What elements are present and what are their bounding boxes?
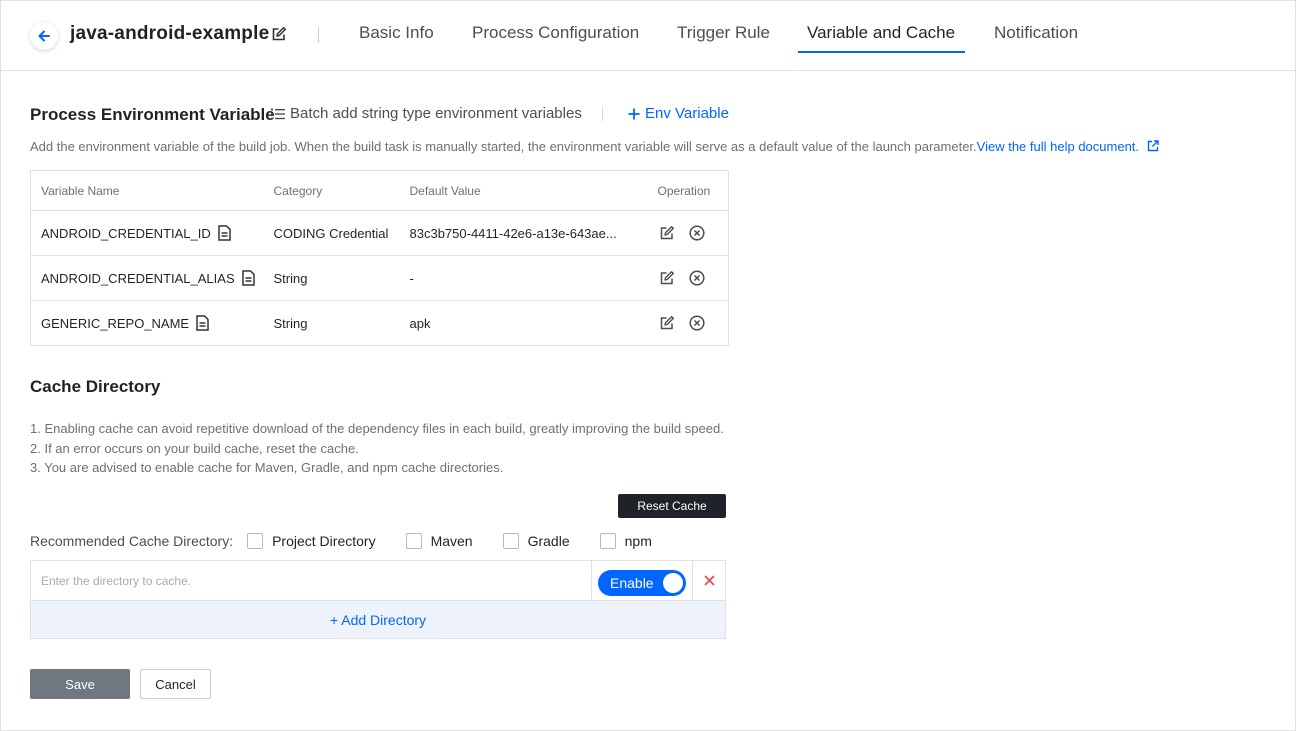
env-variable-table: Variable Name Category Default Value Ope… xyxy=(30,170,729,346)
toggle-knob xyxy=(663,573,683,593)
help-doc-label: View the full help document. xyxy=(976,139,1140,154)
env-section-title: Process Environment Variable xyxy=(30,105,275,124)
cache-directory-input[interactable] xyxy=(31,561,592,600)
table-row: ANDROID_CREDENTIAL_ALIAS String - xyxy=(30,255,729,301)
remove-directory-button[interactable] xyxy=(692,561,726,600)
back-button[interactable] xyxy=(30,22,58,50)
close-icon xyxy=(704,575,715,586)
top-header: java-android-example Basic Info Process … xyxy=(1,1,1295,71)
checkbox[interactable] xyxy=(405,533,422,549)
variable-name: GENERIC_REPO_NAME xyxy=(41,315,190,331)
table-row: ANDROID_CREDENTIAL_ID CODING Credential … xyxy=(30,210,729,256)
cache-note: 2. If an error occurs on your build cach… xyxy=(30,440,359,456)
document-icon[interactable] xyxy=(241,270,255,286)
variable-category: String xyxy=(263,255,400,301)
tab-variable-and-cache[interactable]: Variable and Cache xyxy=(807,23,955,43)
add-env-label: Env Variable xyxy=(645,105,729,122)
option-project-directory[interactable]: Project Directory xyxy=(247,533,376,549)
col-category: Category xyxy=(263,170,400,211)
delete-icon[interactable] xyxy=(688,269,706,287)
edit-name-icon[interactable] xyxy=(271,26,289,44)
env-description-text: Add the environment variable of the buil… xyxy=(30,139,977,154)
variable-category: String xyxy=(273,315,308,331)
option-gradle[interactable]: Gradle xyxy=(502,533,570,549)
page-frame: java-android-example Basic Info Process … xyxy=(0,0,1296,731)
option-npm[interactable]: npm xyxy=(599,533,652,549)
option-label: Maven xyxy=(430,533,473,549)
cache-notes: 1. Enabling cache can avoid repetitive d… xyxy=(30,419,730,478)
variable-value: 83c3b750-4411-42e6-a13e-643ae... xyxy=(409,226,617,242)
document-icon[interactable] xyxy=(218,225,231,241)
cache-section-title: Cache Directory xyxy=(30,377,161,396)
col-variable-name: Variable Name xyxy=(30,170,264,211)
toggle-label: Enable xyxy=(610,575,654,591)
option-label: npm xyxy=(624,533,652,549)
enable-toggle[interactable]: Enable xyxy=(598,570,686,596)
cancel-button[interactable]: Cancel xyxy=(140,669,211,699)
variable-category: CODING Credential xyxy=(263,210,400,256)
edit-icon[interactable] xyxy=(658,314,676,332)
checkbox[interactable] xyxy=(502,533,519,549)
active-tab-indicator xyxy=(798,51,965,53)
table-row: GENERIC_REPO_NAME String apk xyxy=(31,301,729,346)
env-description: Add the environment variable of the buil… xyxy=(30,139,1159,154)
add-directory-button[interactable]: + Add Directory xyxy=(31,600,725,638)
batch-add-label: Batch add string type environment variab… xyxy=(290,105,582,122)
header-divider xyxy=(318,27,319,43)
external-link-icon xyxy=(1147,140,1159,152)
save-button[interactable]: Save xyxy=(30,669,130,699)
col-operation: Operation xyxy=(647,170,729,211)
env-divider xyxy=(602,107,603,121)
list-icon xyxy=(271,108,285,119)
option-maven[interactable]: Maven xyxy=(405,533,473,549)
table-header-row: Variable Name Category Default Value Ope… xyxy=(30,170,729,211)
job-title: java-android-example xyxy=(70,23,270,44)
cache-directory-box: Enable + Add Directory xyxy=(30,560,726,639)
option-label: Project Directory xyxy=(272,533,376,549)
arrow-left-icon xyxy=(38,30,50,42)
option-label: Gradle xyxy=(527,533,570,549)
tab-trigger-rule[interactable]: Trigger Rule xyxy=(677,23,770,43)
add-env-variable-button[interactable]: Env Variable xyxy=(628,105,729,122)
tab-notification[interactable]: Notification xyxy=(994,23,1078,43)
cache-note: 1. Enabling cache can avoid repetitive d… xyxy=(30,421,724,436)
col-default-value: Default Value xyxy=(399,170,648,211)
batch-add-button[interactable]: Batch add string type environment variab… xyxy=(271,105,582,122)
edit-icon[interactable] xyxy=(658,269,676,287)
variable-name: ANDROID_CREDENTIAL_ID xyxy=(41,225,211,241)
cache-note: 3. You are advised to enable cache for M… xyxy=(30,460,504,475)
document-icon[interactable] xyxy=(196,315,209,331)
delete-icon[interactable] xyxy=(688,224,706,242)
delete-icon[interactable] xyxy=(688,314,706,332)
checkbox[interactable] xyxy=(599,533,616,549)
tab-basic-info[interactable]: Basic Info xyxy=(359,23,434,43)
edit-icon[interactable] xyxy=(658,224,676,242)
variable-value: apk xyxy=(409,316,431,332)
checkbox[interactable] xyxy=(247,533,264,549)
variable-name: ANDROID_CREDENTIAL_ALIAS xyxy=(41,270,235,286)
help-doc-link[interactable]: View the full help document. xyxy=(977,139,1159,154)
recommended-label: Recommended Cache Directory: xyxy=(30,533,234,549)
plus-icon xyxy=(628,108,640,119)
reset-cache-button[interactable]: Reset Cache xyxy=(618,494,726,518)
tab-process-configuration[interactable]: Process Configuration xyxy=(472,23,639,43)
recommended-cache-row: Recommended Cache Directory: Project Dir… xyxy=(30,531,682,551)
variable-value: - xyxy=(409,271,414,287)
